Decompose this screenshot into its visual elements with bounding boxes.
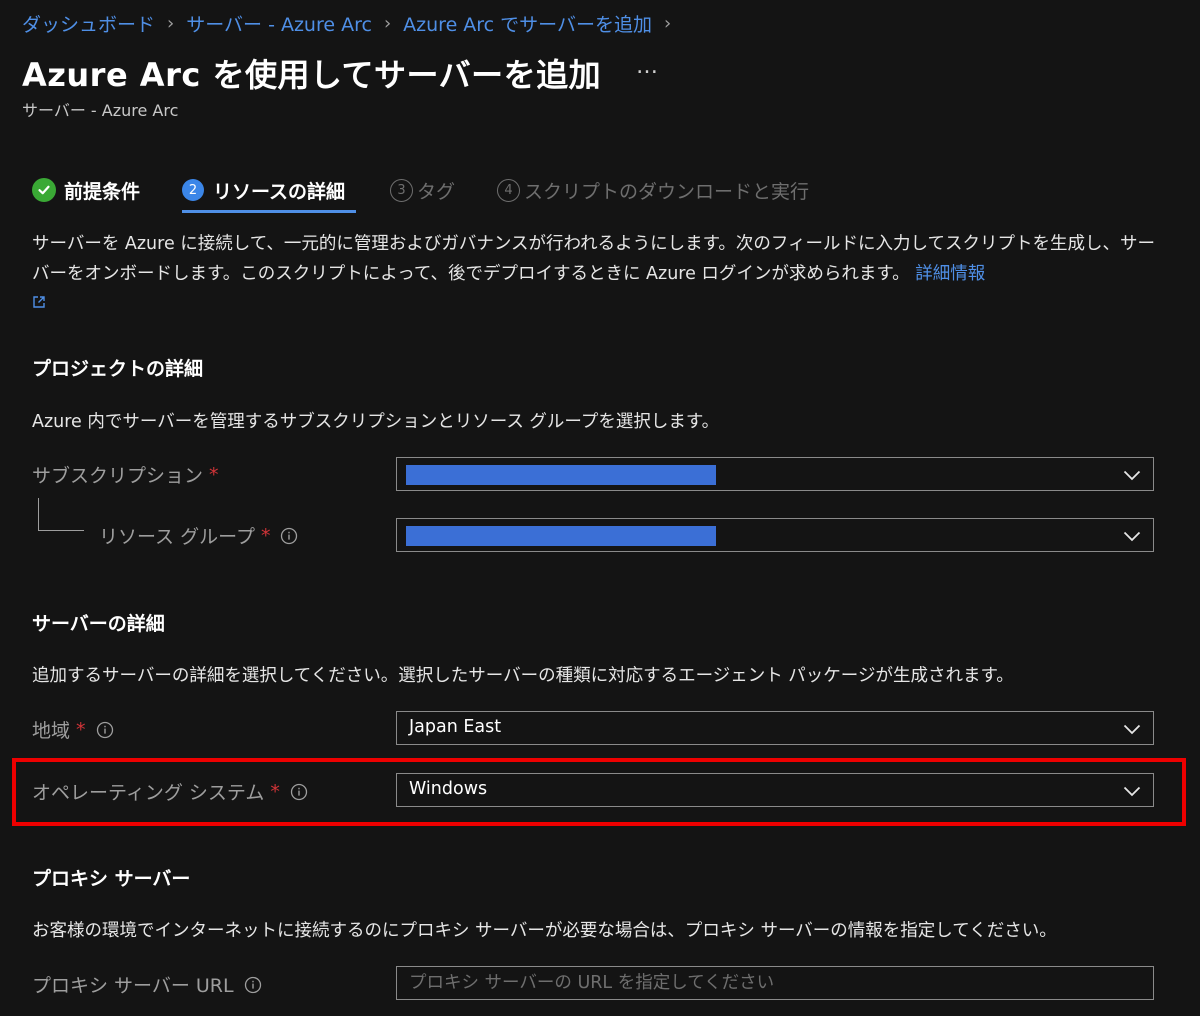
tab-label: リソースの詳細 bbox=[213, 180, 346, 203]
tab-label: 前提条件 bbox=[64, 180, 141, 203]
resource-group-label: リソース グループ * bbox=[99, 522, 298, 549]
chevron-down-icon bbox=[1123, 528, 1141, 547]
info-icon[interactable] bbox=[280, 527, 298, 545]
breadcrumb-servers-azure-arc[interactable]: サーバー - Azure Arc bbox=[186, 10, 372, 37]
tab-tags[interactable]: 3 タグ bbox=[390, 168, 455, 212]
region-label: 地域 * bbox=[32, 716, 114, 743]
redacted-value bbox=[406, 526, 716, 546]
breadcrumb: ダッシュボード › サーバー - Azure Arc › Azure Arc で… bbox=[22, 10, 683, 37]
region-value: Japan East bbox=[409, 717, 502, 737]
tree-connector bbox=[38, 530, 84, 531]
breadcrumb-add-server[interactable]: Azure Arc でサーバーを追加 bbox=[403, 10, 652, 37]
required-mark: * bbox=[260, 524, 271, 547]
step-number-icon: 2 bbox=[182, 179, 204, 201]
intro-text: サーバーを Azure に接続して、一元的に管理およびガバナンスが行われるように… bbox=[32, 229, 1160, 319]
server-details-heading: サーバーの詳細 bbox=[32, 613, 165, 635]
page-subtitle: サーバー - Azure Arc bbox=[22, 101, 179, 120]
proxy-url-field bbox=[396, 966, 1154, 1000]
chevron-right-icon: › bbox=[383, 13, 392, 34]
highlight-box bbox=[12, 758, 1186, 826]
breadcrumb-dashboard[interactable]: ダッシュボード bbox=[22, 10, 155, 37]
resource-group-dropdown[interactable] bbox=[396, 518, 1154, 552]
subscription-label: サブスクリプション * bbox=[32, 463, 219, 488]
step-number-icon: 3 bbox=[390, 178, 413, 202]
tab-resource-details[interactable]: 2 リソースの詳細 bbox=[182, 168, 345, 212]
active-tab-indicator bbox=[182, 210, 356, 213]
external-link-icon[interactable] bbox=[32, 289, 46, 319]
project-details-description: Azure 内でサーバーを管理するサブスクリプションとリソース グループを選択し… bbox=[32, 412, 720, 432]
proxy-server-description: お客様の環境でインターネットに接続するのにプロキシ サーバーが必要な場合は、プロ… bbox=[32, 921, 1057, 941]
tab-label: タグ bbox=[417, 180, 456, 203]
server-details-description: 追加するサーバーの詳細を選択してください。選択したサーバーの種類に対応するエージ… bbox=[32, 666, 1014, 686]
checkmark-icon bbox=[32, 178, 56, 202]
project-details-heading: プロジェクトの詳細 bbox=[32, 358, 204, 380]
chevron-down-icon bbox=[1123, 721, 1141, 740]
region-dropdown[interactable]: Japan East bbox=[396, 711, 1154, 745]
tree-connector bbox=[38, 498, 39, 530]
learn-more-link[interactable]: 詳細情報 bbox=[915, 264, 985, 284]
required-mark: * bbox=[76, 718, 86, 741]
redacted-value bbox=[406, 465, 716, 485]
tab-label: スクリプトのダウンロードと実行 bbox=[524, 180, 810, 203]
intro-description: サーバーを Azure に接続して、一元的に管理およびガバナンスが行われるように… bbox=[32, 234, 1156, 284]
tab-prerequisites[interactable]: 前提条件 bbox=[32, 168, 140, 212]
info-icon[interactable] bbox=[96, 721, 114, 739]
tab-download-and-run-script[interactable]: 4 スクリプトのダウンロードと実行 bbox=[497, 168, 809, 212]
subscription-dropdown[interactable] bbox=[396, 457, 1154, 491]
chevron-right-icon: › bbox=[663, 13, 672, 34]
proxy-url-input[interactable] bbox=[397, 967, 1153, 999]
chevron-down-icon bbox=[1123, 467, 1141, 486]
more-options-button[interactable]: … bbox=[636, 54, 658, 79]
page-title: Azure Arc を使用してサーバーを追加 bbox=[22, 56, 602, 94]
proxy-server-heading: プロキシ サーバー bbox=[32, 868, 191, 890]
step-number-icon: 4 bbox=[497, 178, 520, 202]
required-mark: * bbox=[209, 463, 219, 486]
chevron-right-icon: › bbox=[167, 13, 175, 34]
info-icon[interactable] bbox=[244, 976, 262, 994]
proxy-url-label: プロキシ サーバー URL bbox=[32, 971, 262, 998]
